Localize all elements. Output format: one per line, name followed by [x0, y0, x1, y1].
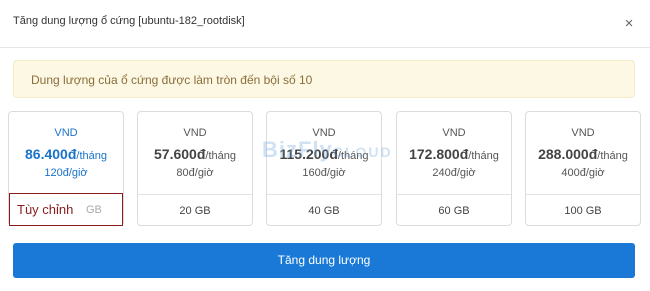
modal-title: Tăng dung lượng ổ cứng [ubuntu-182_rootd… — [13, 15, 245, 27]
plan-card-100gb[interactable]: VND 288.000đ/tháng 400đ/giờ 100 GB — [525, 111, 641, 226]
plan-price-unit: /tháng — [468, 150, 499, 162]
plan-currency: VND — [571, 127, 595, 139]
plan-currency: VND — [312, 127, 336, 139]
plan-size: 40 GB — [267, 194, 381, 226]
plan-price-amount: 57.600đ — [154, 146, 206, 162]
plan-currency: VND — [442, 127, 466, 139]
plan-price: 115.200đ/tháng — [267, 146, 381, 164]
notice-text: Dung lượng của ổ cứng được làm tròn đến … — [31, 73, 313, 87]
custom-size-placeholder: GB — [86, 204, 102, 216]
custom-size-label: Tùy chỉnh — [17, 202, 74, 217]
plan-hourly-price: 80đ/giờ — [176, 167, 214, 179]
plan-price: 57.600đ/tháng — [138, 146, 252, 164]
plan-hourly-price: 400đ/giờ — [561, 167, 605, 179]
plan-size: 20 GB — [138, 194, 252, 226]
plan-price-unit: /tháng — [337, 150, 369, 162]
plan-price-unit: /tháng — [76, 150, 107, 162]
increase-capacity-button[interactable]: Tăng dung lượng — [13, 243, 635, 278]
plan-hourly-price: 120đ/giờ — [44, 167, 88, 179]
plan-price-amount: 86.400đ — [25, 146, 77, 162]
plan-card-20gb[interactable]: VND 57.600đ/tháng 80đ/giờ 20 GB — [137, 111, 253, 226]
plan-price: 86.400đ/tháng — [9, 146, 123, 164]
plan-price-unit: /tháng — [597, 150, 628, 162]
plan-card-60gb[interactable]: VND 172.800đ/tháng 240đ/giờ 60 GB — [396, 111, 512, 226]
close-icon[interactable]: × — [620, 15, 638, 33]
plan-hourly-price: 160đ/giờ — [302, 167, 346, 179]
plan-price-amount: 172.800đ — [409, 146, 469, 162]
plan-size: 100 GB — [526, 194, 640, 226]
plan-price-amount: 115.200đ — [279, 146, 338, 162]
plan-price-amount: 288.000đ — [538, 146, 598, 162]
plan-card-40gb[interactable]: VND 115.200đ/tháng 160đ/giờ 40 GB — [266, 111, 382, 226]
custom-size-input[interactable]: Tùy chỉnh GB — [9, 193, 123, 226]
plan-price-unit: /tháng — [205, 150, 236, 162]
modal-dialog: Tăng dung lượng ổ cứng [ubuntu-182_rootd… — [0, 0, 650, 291]
info-notice: Dung lượng của ổ cứng được làm tròn đến … — [13, 60, 635, 98]
plan-size: 60 GB — [397, 194, 511, 226]
plan-currency: VND — [54, 127, 78, 139]
modal-header: Tăng dung lượng ổ cứng [ubuntu-182_rootd… — [0, 0, 650, 48]
plan-currency: VND — [183, 127, 207, 139]
plan-price: 288.000đ/tháng — [526, 146, 640, 164]
plan-price: 172.800đ/tháng — [397, 146, 511, 164]
plan-hourly-price: 240đ/giờ — [432, 167, 476, 179]
